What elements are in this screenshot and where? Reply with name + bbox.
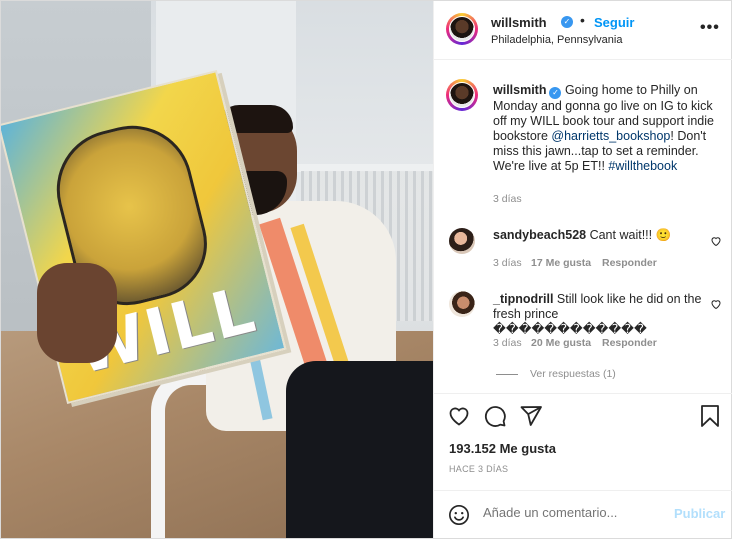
bookmark-icon[interactable] [699, 404, 721, 428]
comment-reply-button[interactable]: Responder [602, 337, 657, 349]
comment-avatar[interactable] [449, 291, 475, 317]
comment-time[interactable]: 3 días [493, 257, 522, 269]
comment-likes[interactable]: 20 Me gusta [531, 337, 591, 349]
comment-like-heart-icon[interactable] [710, 298, 722, 310]
comment-avatar[interactable] [449, 228, 475, 254]
comment-time[interactable]: 3 días [493, 337, 522, 349]
emoji-smile-icon[interactable] [448, 504, 470, 526]
caption-time[interactable]: 3 días [493, 193, 522, 205]
comment-like-heart-icon[interactable] [710, 235, 722, 247]
comment-text: _tipnodrill Still look like he did on th… [493, 292, 703, 337]
likes-count[interactable]: 193.152 Me gusta [449, 441, 556, 456]
comment-text: sandybeach528 Cant wait!!! 🙂 [493, 228, 703, 243]
verified-badge-icon: ✓ [549, 87, 562, 99]
post-location[interactable]: Philadelphia, Pennsylvania [491, 34, 622, 46]
comment-username[interactable]: sandybeach528 [493, 228, 586, 242]
view-replies-label: Ver respuestas (1) [530, 368, 616, 380]
caption-hashtag-link[interactable]: #willthebook [608, 159, 677, 173]
add-comment-input[interactable] [483, 505, 653, 520]
more-options-icon[interactable]: ••• [700, 19, 720, 37]
post-container: WILL willsmith ✓ • Seguir Philadelphia, … [0, 0, 732, 539]
add-comment-bar: Publicar [434, 490, 732, 539]
post-header: willsmith ✓ • Seguir Philadelphia, Penns… [434, 1, 732, 60]
photo-hand [37, 263, 117, 363]
post-photo[interactable]: WILL [1, 1, 433, 538]
caption-avatar[interactable] [446, 79, 478, 111]
author-avatar[interactable] [446, 13, 478, 45]
comment-body: Cant wait!!! 🙂 [586, 228, 672, 242]
heart-icon[interactable] [447, 404, 471, 428]
post-time-ago[interactable]: HACE 3 DÍAS [449, 464, 508, 474]
separator-dot: • [580, 12, 585, 28]
comment-likes[interactable]: 17 Me gusta [531, 257, 591, 269]
caption-mention-link[interactable]: @harrietts_bookshop [551, 129, 670, 143]
comment-username[interactable]: _tipnodrill [493, 292, 553, 306]
replies-divider [496, 373, 518, 375]
publish-button[interactable]: Publicar [674, 506, 725, 521]
follow-button[interactable]: Seguir [594, 15, 634, 30]
caption-username[interactable]: willsmith [493, 83, 546, 97]
author-username[interactable]: willsmith [491, 15, 547, 30]
verified-badge-icon: ✓ [561, 16, 573, 28]
paper-plane-icon[interactable] [519, 404, 543, 428]
comment-bubble-icon[interactable] [483, 404, 507, 428]
photo-pants [286, 361, 433, 538]
post-side-panel: willsmith ✓ • Seguir Philadelphia, Penns… [433, 1, 732, 539]
view-replies-button[interactable]: Ver respuestas (1) [496, 368, 616, 380]
comment-reply-button[interactable]: Responder [602, 257, 657, 269]
post-caption: willsmith ✓ Going home to Philly on Monda… [493, 83, 721, 174]
